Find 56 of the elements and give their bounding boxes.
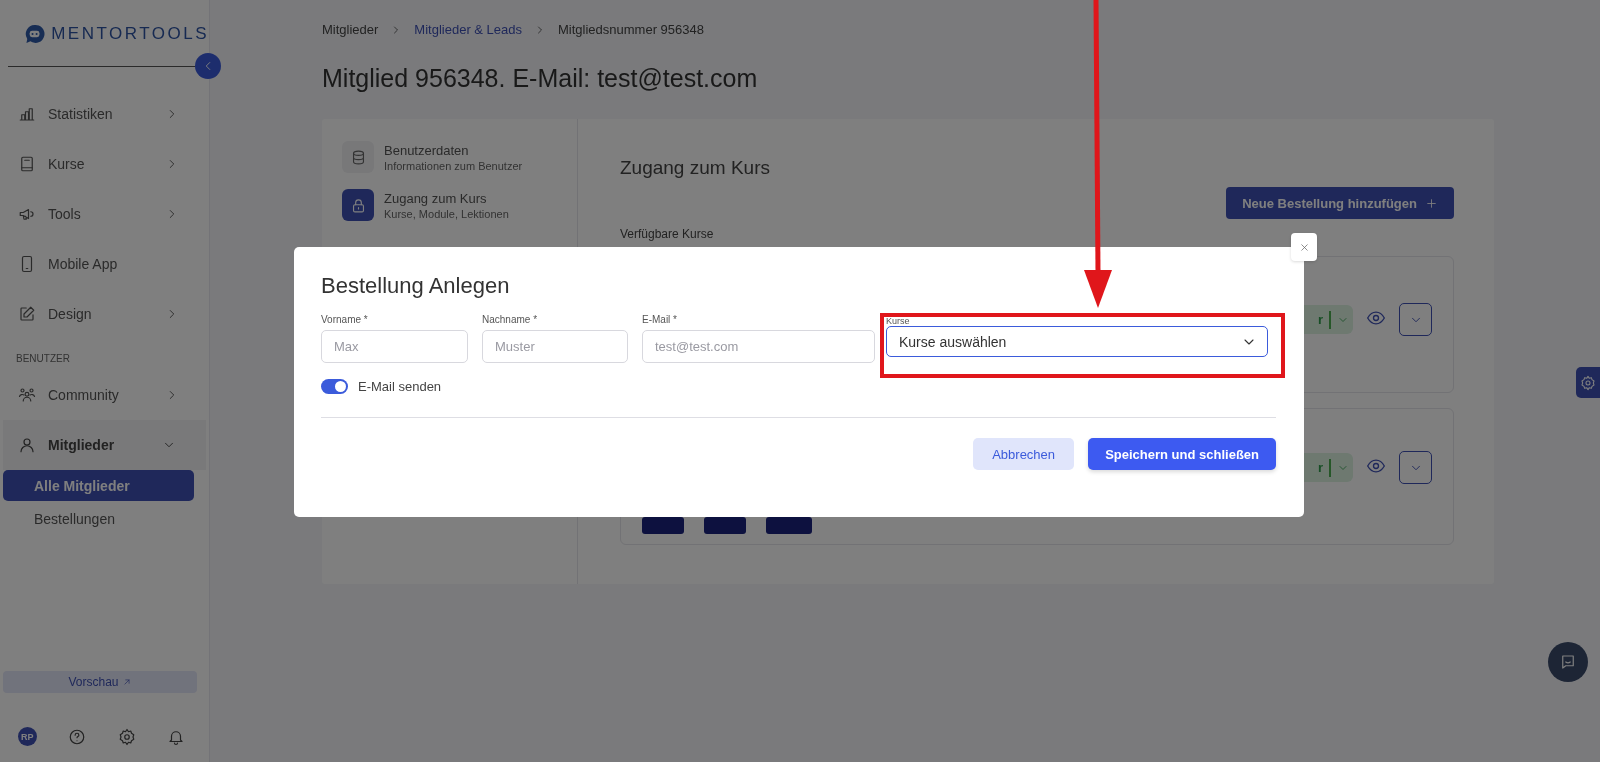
module-chip	[704, 517, 746, 534]
chat-icon	[1559, 653, 1577, 671]
chat-button[interactable]	[1548, 642, 1588, 682]
external-arrow-icon	[121, 677, 132, 687]
nav-item[interactable]: Kurse	[0, 139, 209, 189]
logo-text: MENTORTOOLS	[51, 24, 209, 44]
toggle-label: E-Mail senden	[358, 379, 442, 394]
nav-item[interactable]: Statistiken	[0, 89, 209, 139]
save-button[interactable]: Speichern und schließen	[1088, 438, 1276, 470]
help-icon	[68, 727, 87, 746]
nav-item[interactable]: Mitglieder	[3, 420, 206, 470]
close-button[interactable]	[1291, 233, 1317, 261]
people-icon	[18, 386, 36, 404]
dialog-title: Bestellung Anlegen	[321, 273, 511, 299]
plus-icon	[1425, 196, 1438, 210]
bar-chart-icon	[18, 105, 36, 123]
close-icon	[1298, 241, 1310, 253]
field-label: E-Mail *	[642, 314, 678, 326]
settings-icon	[117, 727, 136, 746]
field-label: Kurse	[886, 316, 911, 326]
person-icon	[18, 436, 36, 454]
nav-subitem[interactable]: Bestellungen	[3, 503, 194, 534]
nav-subitem[interactable]: Alle Mitglieder	[3, 470, 194, 501]
member-tab[interactable]: Benutzerdaten Informationen zum Benutzer	[322, 137, 577, 185]
field-label: Vorname *	[321, 314, 369, 326]
settings-icon	[1580, 374, 1596, 391]
collapse-button[interactable]	[195, 53, 221, 79]
toggle-switch[interactable]	[321, 379, 348, 394]
book-icon	[18, 155, 36, 173]
preview-button[interactable]: Vorschau	[3, 671, 197, 693]
nav-item[interactable]: Design	[0, 289, 209, 339]
input-field[interactable]: test@test.com	[642, 330, 875, 363]
nav-item[interactable]: Tools	[0, 189, 209, 239]
module-chip	[642, 517, 684, 534]
cancel-button[interactable]: Abbrechen	[973, 438, 1075, 470]
nav-item[interactable]: Mobile App	[0, 239, 209, 289]
section-title: Zugang zum Kurs	[620, 157, 770, 179]
course-select[interactable]: Kurse auswählen	[886, 326, 1268, 357]
module-chip	[766, 517, 812, 534]
add-order-button[interactable]: Neue Bestellung hinzufügen	[1226, 187, 1454, 219]
member-tab[interactable]: Zugang zum Kurs Kurse, Module, Lektionen	[322, 185, 577, 233]
section-heading: BENUTZER	[15, 352, 71, 366]
pencil-square-icon	[18, 305, 36, 323]
settings-button[interactable]	[1576, 367, 1600, 398]
breadcrumb-link[interactable]: Mitglieder & Leads	[414, 22, 523, 37]
expand-button[interactable]	[1399, 451, 1432, 484]
user-avatar[interactable]: RP	[17, 727, 37, 746]
breadcrumb-item: Mitglieder	[322, 22, 379, 37]
expand-button[interactable]	[1399, 303, 1432, 336]
page-title: Mitglied 956348. E-Mail: test@test.com	[322, 64, 759, 93]
available-courses-label: Verfügbare Kurse	[620, 227, 715, 241]
nav-item[interactable]: Community	[0, 370, 209, 420]
input-field[interactable]: Max	[321, 330, 468, 363]
input-field[interactable]: Muster	[482, 330, 628, 363]
field-label: Nachname *	[482, 314, 539, 326]
breadcrumb-item: Mitgliedsnummer 956348	[558, 22, 704, 37]
